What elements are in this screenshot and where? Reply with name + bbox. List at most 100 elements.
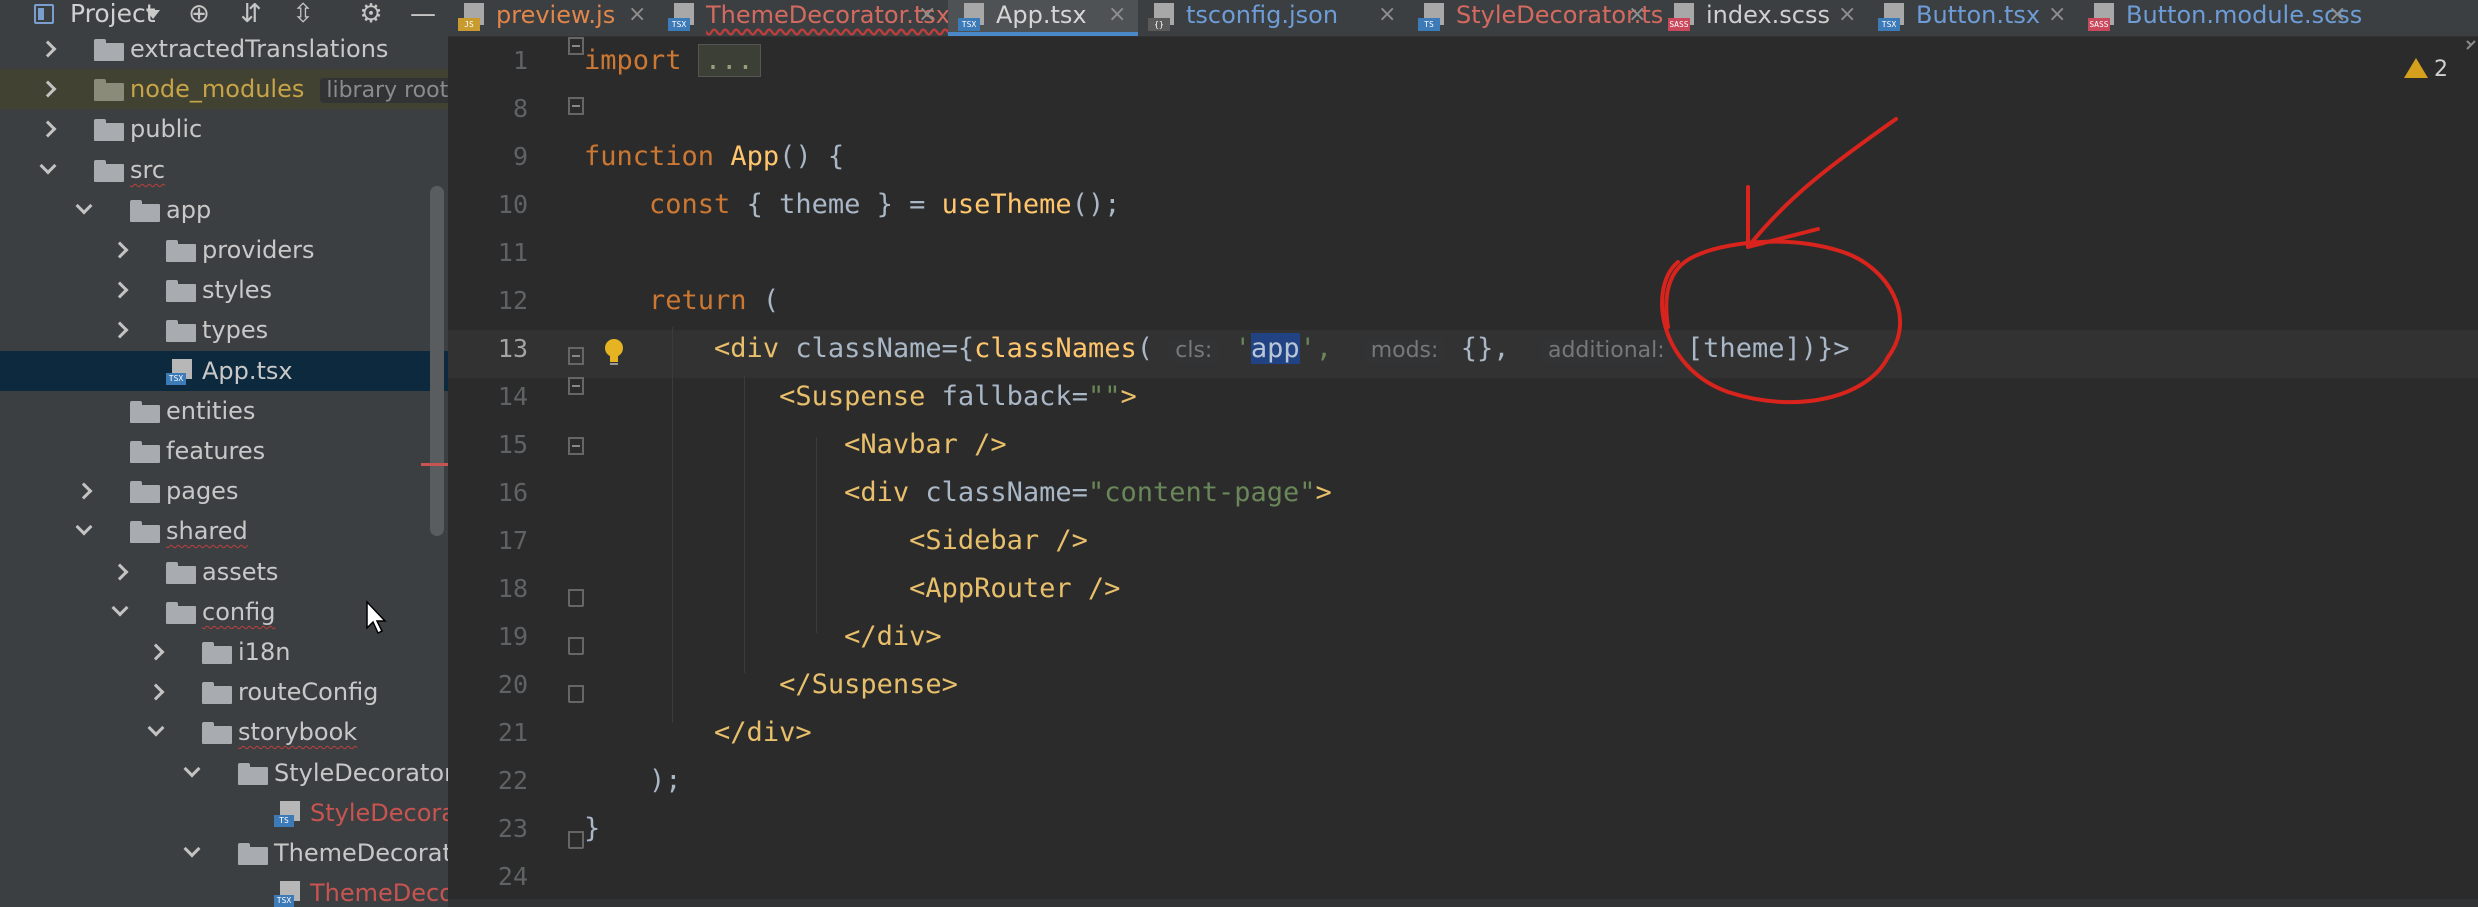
tree-file-themedecor[interactable]: TSX ThemeDecor	[0, 873, 448, 907]
chevron-down-icon[interactable]	[39, 157, 57, 175]
code-text: [theme])}>	[1686, 333, 1850, 364]
project-view-title[interactable]: Project	[70, 0, 156, 30]
editor-tab-app-tsx[interactable]: TSX App.tsx ×	[948, 0, 1138, 36]
close-icon[interactable]: ×	[628, 0, 646, 32]
tree-folder-src[interactable]: src	[0, 150, 448, 190]
editor-tab-preview-js[interactable]: JS preview.js ×	[448, 0, 658, 36]
chevron-right-icon[interactable]	[75, 482, 93, 500]
chevron-down-icon[interactable]	[75, 518, 93, 536]
tree-item-label: public	[130, 109, 202, 149]
tree-folder-features[interactable]: features	[0, 431, 448, 471]
close-icon[interactable]: ×	[1378, 0, 1396, 32]
chevron-right-icon[interactable]	[39, 80, 57, 98]
project-view-icon[interactable]	[34, 4, 54, 24]
tree-file-styledecorat[interactable]: TS StyleDecorat	[0, 793, 448, 833]
tree-folder-i18n[interactable]: i18n	[0, 632, 448, 672]
code-text: (	[746, 285, 780, 316]
editor-tab-index-scss[interactable]: SASS index.scss ×	[1658, 0, 1868, 36]
close-icon[interactable]: ×	[2328, 0, 2346, 32]
code-text: );	[649, 765, 682, 796]
close-icon[interactable]: ×	[918, 0, 936, 32]
tree-folder-node_modules[interactable]: node_modules library root	[0, 69, 448, 109]
collapse-all-icon[interactable]: ⇳	[286, 0, 320, 30]
tree-folder-types[interactable]: types	[0, 310, 448, 350]
tree-folder-assets[interactable]: assets	[0, 552, 448, 592]
tree-item-text: src	[130, 156, 166, 184]
sidebar-scrollbar[interactable]	[430, 186, 444, 536]
jsx-tag: <AppRouter />	[909, 573, 1121, 604]
fold-marker-icon[interactable]	[568, 97, 584, 115]
tree-item-label: app	[166, 190, 211, 230]
close-icon[interactable]: ×	[2048, 0, 2066, 32]
chevron-right-icon[interactable]	[111, 321, 129, 339]
fold-marker-icon[interactable]	[568, 831, 584, 849]
tree-folder-extractedtranslations[interactable]: extractedTranslations	[0, 29, 448, 69]
fold-marker-icon[interactable]	[568, 589, 584, 607]
tree-folder-providers[interactable]: providers	[0, 230, 448, 270]
tree-folder-app[interactable]: app	[0, 190, 448, 230]
jsx-tag: <Navbar />	[844, 429, 1007, 460]
expand-all-icon[interactable]: ⇵	[234, 0, 268, 30]
editor-tab-themedecorator-tsx[interactable]: TSX ThemeDecorator.tsx ×	[658, 0, 950, 36]
tree-folder-storybook[interactable]: storybook	[0, 712, 448, 752]
inspection-widget[interactable]: 2	[2404, 53, 2448, 87]
chevron-right-icon[interactable]	[39, 120, 57, 138]
chevron-right-icon[interactable]	[39, 40, 57, 58]
close-icon[interactable]: ×	[1838, 0, 1856, 32]
project-tool-window: Project ⊕ ⇵ ⇳ ⚙ — extractedTranslations n…	[0, 0, 448, 907]
tree-folder-entities[interactable]: entities	[0, 391, 448, 431]
tree-folder-pages[interactable]: pages	[0, 471, 448, 511]
tree-folder-routeconfig[interactable]: routeConfig	[0, 672, 448, 712]
chevron-right-icon[interactable]	[147, 643, 165, 661]
chevron-right-icon[interactable]	[111, 241, 129, 259]
close-icon[interactable]: ×	[1628, 0, 1646, 32]
chevron-down-icon[interactable]	[183, 840, 201, 858]
chevron-down-icon[interactable]	[183, 760, 201, 778]
close-icon[interactable]: ×	[1108, 0, 1126, 32]
tree-folder-styles[interactable]: styles	[0, 270, 448, 310]
tree-folder-shared[interactable]: shared	[0, 511, 448, 551]
chevron-down-icon[interactable]	[147, 719, 165, 737]
string-quote: '	[1234, 333, 1251, 364]
line-number: 16	[497, 478, 528, 507]
editor-tab-tsconfig-json[interactable]: {} tsconfig.json ×	[1138, 0, 1408, 36]
chevron-right-icon[interactable]	[111, 563, 129, 581]
warning-icon	[2404, 58, 2428, 78]
chevron-right-icon[interactable]	[111, 281, 129, 299]
editor-tab-button-module-scss[interactable]: SASS Button.module.scss ×	[2078, 0, 2362, 36]
tree-item-label: i18n	[238, 632, 290, 672]
keyword: return	[649, 285, 747, 316]
chevron-right-icon[interactable]	[147, 683, 165, 701]
fold-marker-icon[interactable]	[568, 347, 584, 365]
chevron-down-icon[interactable]	[146, 10, 160, 19]
editor-tab-button-tsx[interactable]: TSX Button.tsx ×	[1868, 0, 2078, 36]
selected-text[interactable]: app	[1250, 333, 1300, 364]
jsx-tag: >	[1120, 381, 1137, 412]
folder-icon	[130, 401, 160, 423]
tree-folder-public[interactable]: public	[0, 109, 448, 149]
chevron-down-icon[interactable]	[111, 599, 129, 617]
line-number: 19	[497, 622, 528, 651]
fold-marker-icon[interactable]	[568, 685, 584, 703]
tree-folder-styledecorator[interactable]: StyleDecorator	[0, 753, 448, 793]
editor-vertical-scrollbar[interactable]	[2464, 37, 2478, 907]
fold-marker-icon[interactable]	[568, 37, 584, 55]
code-line-15: <Navbar />	[584, 421, 1007, 469]
fold-marker-icon[interactable]	[568, 637, 584, 655]
tree-file-app-tsx[interactable]: TSX App.tsx	[0, 351, 448, 391]
chevron-down-icon[interactable]	[75, 197, 93, 215]
function-name: App	[730, 141, 780, 172]
hide-panel-icon[interactable]: —	[406, 0, 440, 30]
editor-tab-styledecorator-ts[interactable]: TS StyleDecorator.ts ×	[1408, 0, 1663, 36]
fold-marker-icon[interactable]	[568, 377, 584, 395]
editor-horizontal-scrollbar[interactable]	[448, 899, 2478, 907]
code-text: className=	[909, 477, 1088, 508]
code-editor[interactable]: 1 8 9 10 11 12 13 14 15 16 17 18 19 20 21 22 23 24 import…	[448, 37, 2478, 907]
folder-icon	[130, 441, 160, 463]
tree-item-label: shared	[166, 511, 248, 551]
fold-marker-icon[interactable]	[568, 437, 584, 455]
tree-folder-themedecorator[interactable]: ThemeDecorator	[0, 833, 448, 873]
locate-file-icon[interactable]: ⊕	[182, 0, 216, 30]
collapsed-imports[interactable]: ...	[697, 44, 761, 77]
gear-icon[interactable]: ⚙	[354, 0, 388, 30]
